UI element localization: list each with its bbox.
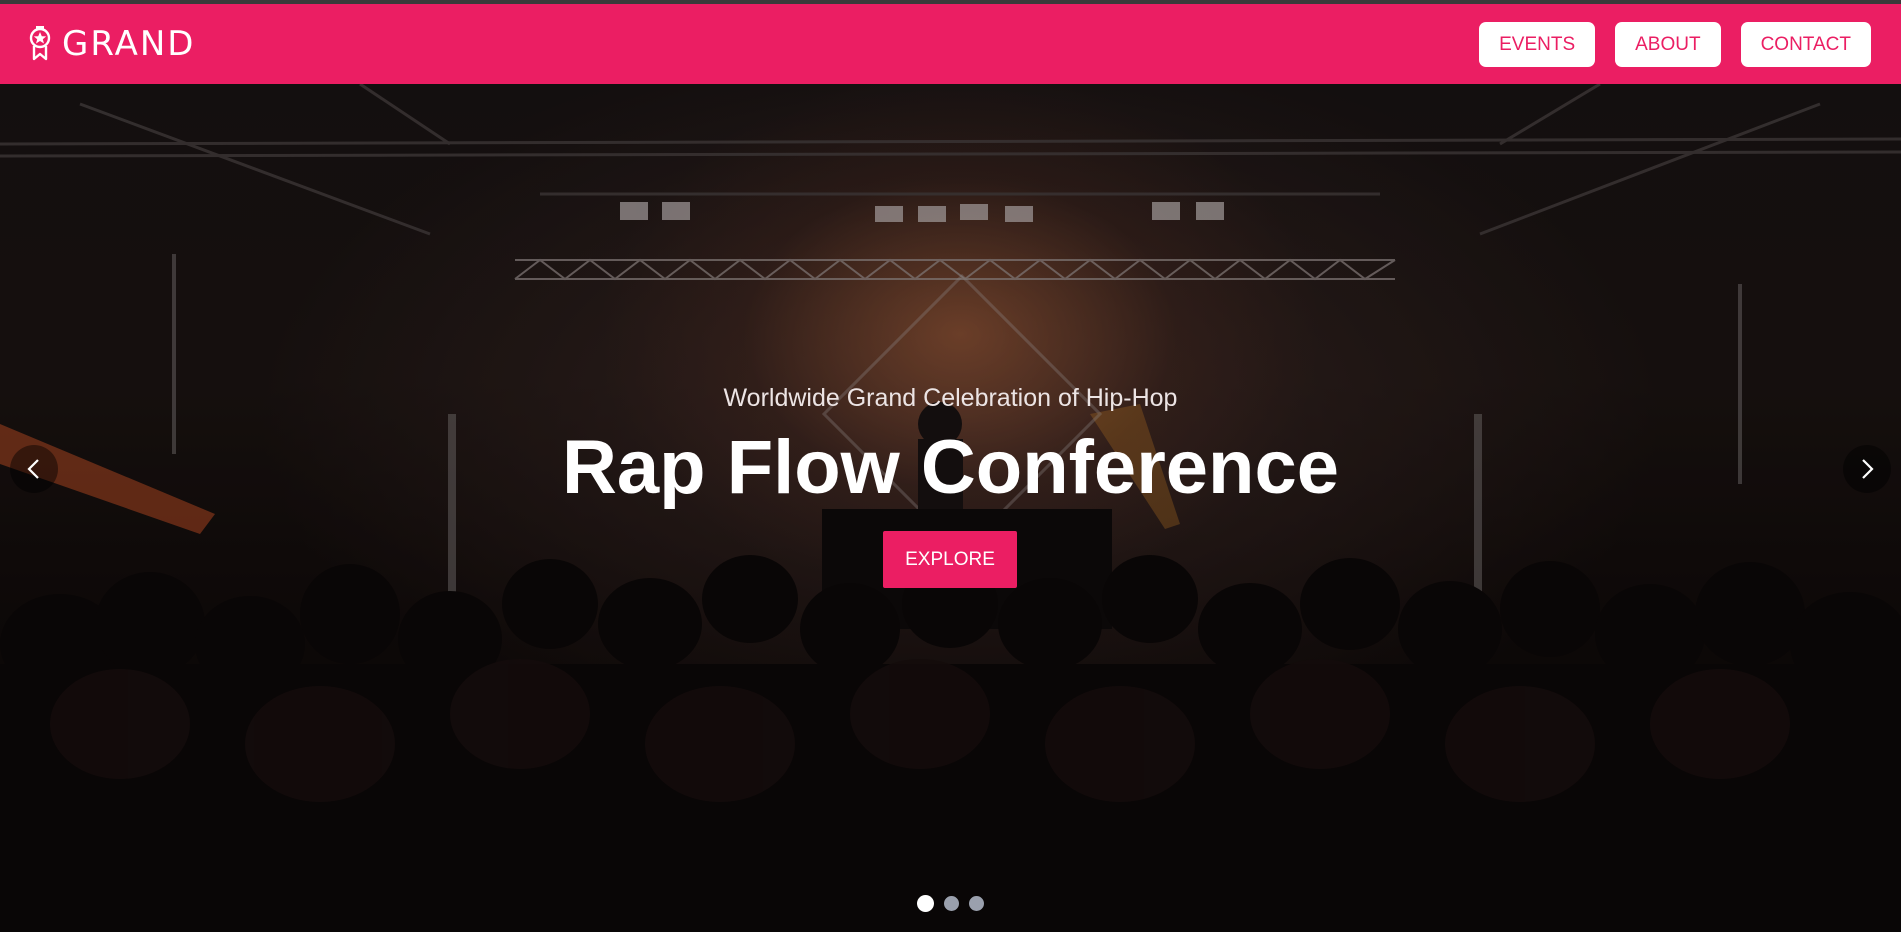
carousel-dot-3[interactable] xyxy=(969,896,984,911)
hero-title: Rap Flow Conference xyxy=(562,425,1339,510)
carousel-prev-button[interactable] xyxy=(10,445,58,493)
nav-events-button[interactable]: EVENTS xyxy=(1479,22,1596,67)
nav-about-button[interactable]: ABOUT xyxy=(1615,22,1721,67)
award-icon xyxy=(28,24,52,64)
navbar: GRAND EVENTS ABOUT CONTACT xyxy=(0,4,1901,84)
explore-button[interactable]: EXPLORE xyxy=(883,531,1017,588)
carousel-dot-2[interactable] xyxy=(944,896,959,911)
carousel-dot-1[interactable] xyxy=(917,895,934,912)
hero-carousel: Worldwide Grand Celebration of Hip-Hop R… xyxy=(0,84,1901,932)
hero-subtitle: Worldwide Grand Celebration of Hip-Hop xyxy=(723,384,1178,412)
chevron-right-icon xyxy=(1862,459,1874,479)
carousel-next-button[interactable] xyxy=(1843,445,1891,493)
brand-logo-link[interactable]: GRAND xyxy=(28,24,195,64)
carousel-indicators xyxy=(0,895,1901,912)
brand-name: GRAND xyxy=(62,24,196,64)
nav-links: EVENTS ABOUT CONTACT xyxy=(1479,22,1871,67)
chevron-left-icon xyxy=(27,459,39,479)
nav-contact-button[interactable]: CONTACT xyxy=(1740,22,1871,67)
